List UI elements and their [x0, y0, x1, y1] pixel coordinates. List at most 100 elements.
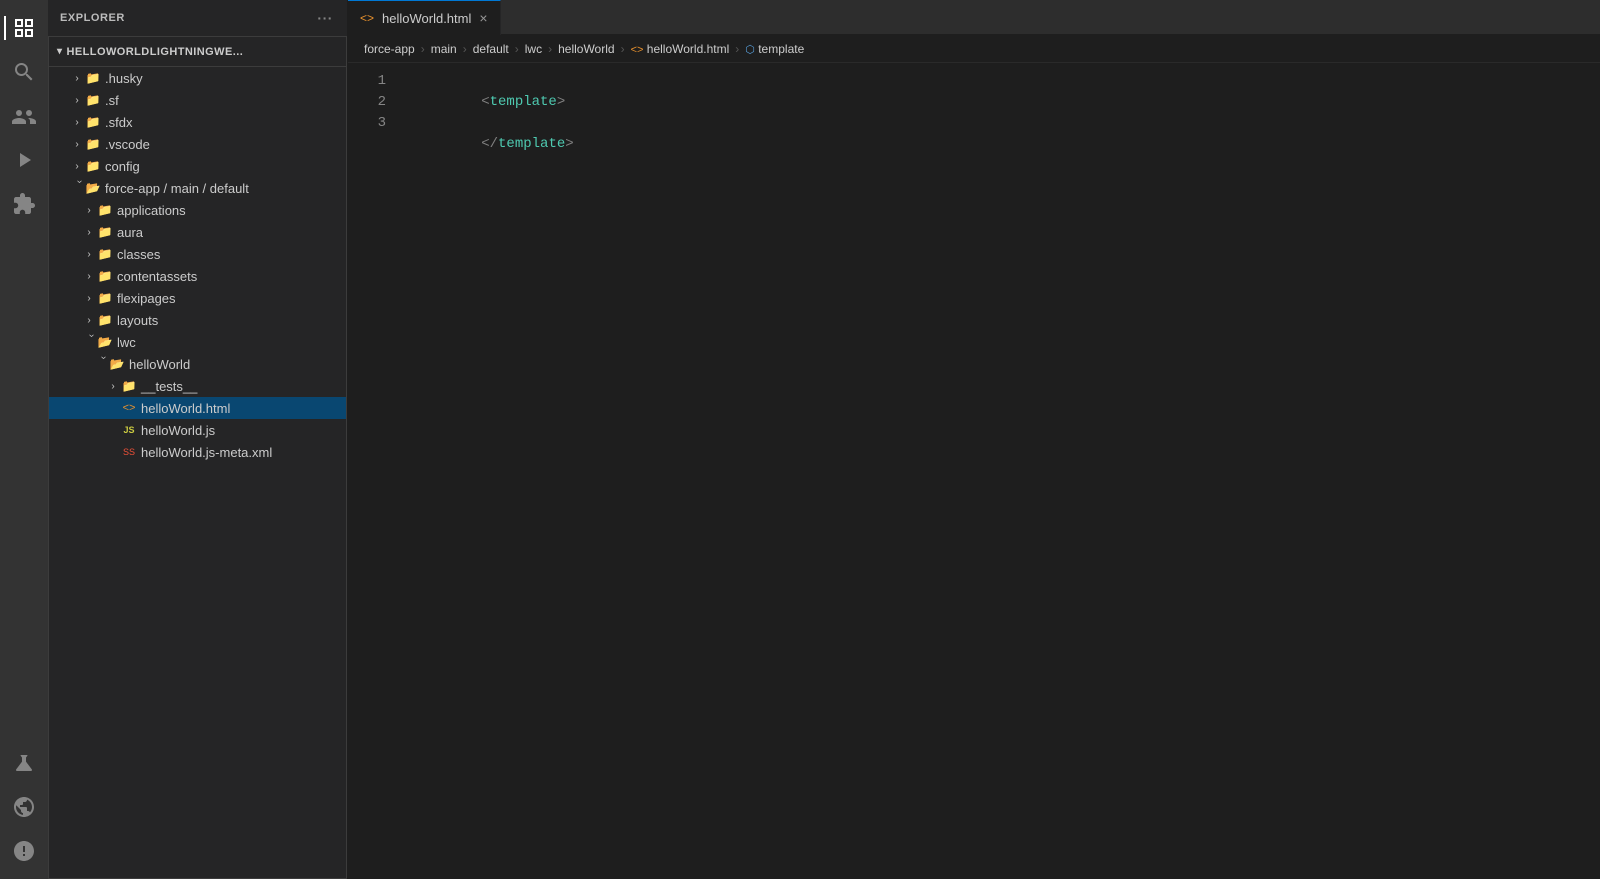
- code-editor[interactable]: 1 2 3 <template> </template>: [348, 63, 1600, 879]
- source-control-activity-icon[interactable]: [4, 96, 44, 136]
- tree-item-helloWorldMetaXml[interactable]: › SS helloWorld.js-meta.xml: [49, 441, 346, 463]
- folder-icon-force-app: 📂: [85, 180, 101, 196]
- file-spacer-js: ›: [105, 422, 121, 438]
- tree-label-helloWorld: helloWorld: [129, 357, 346, 372]
- folder-arrow-sfdx: ›: [69, 114, 85, 130]
- tab-bar: <> helloWorld.html ×: [348, 0, 1600, 35]
- tab-helloWorldHtml[interactable]: <> helloWorld.html ×: [348, 0, 501, 35]
- activity-bar: [0, 0, 48, 879]
- sidebar-header: Explorer ···: [48, 0, 347, 36]
- folder-icon-config: 📁: [85, 158, 101, 174]
- tab-close-button[interactable]: ×: [479, 10, 487, 26]
- close-bracket-3: >: [565, 136, 573, 152]
- file-icon-helloWorldHtml: <>: [121, 400, 137, 416]
- open-bracket-3: </: [481, 136, 498, 152]
- tag-template-close: template: [498, 136, 565, 152]
- tree-item-helloWorldHtml[interactable]: › <> helloWorld.html: [49, 397, 346, 419]
- folder-icon-vscode: 📁: [85, 136, 101, 152]
- tree-label-sfdx: .sfdx: [105, 115, 346, 130]
- breadcrumb-force-app[interactable]: force-app: [364, 42, 415, 56]
- file-spacer-html: ›: [105, 400, 121, 416]
- folder-icon-tests: 📁: [121, 378, 137, 394]
- folder-arrow-layouts: ›: [81, 312, 97, 328]
- folder-arrow-classes: ›: [81, 246, 97, 262]
- explorer-title-bar[interactable]: ▾ HELLOWORLDLIGHTNINGWE... 📄 📁 ↻ ⊟: [49, 37, 346, 67]
- explorer-project-name: HELLOWORLDLIGHTNINGWE...: [66, 46, 243, 58]
- tree-label-lwc: lwc: [117, 335, 346, 350]
- folder-arrow-vscode: ›: [69, 136, 85, 152]
- folder-icon-classes: 📁: [97, 246, 113, 262]
- tree-label-flexipages: flexipages: [117, 291, 346, 306]
- folder-icon-sf: 📁: [85, 92, 101, 108]
- tree-item-aura[interactable]: › 📁 aura: [49, 221, 346, 243]
- error-activity-icon[interactable]: [4, 831, 44, 871]
- folder-icon-layouts: 📁: [97, 312, 113, 328]
- line-numbers: 1 2 3: [348, 63, 398, 879]
- code-line-3: </template>: [414, 113, 1600, 134]
- breadcrumb-helloWorld[interactable]: helloWorld: [558, 42, 614, 56]
- tree-label-layouts: layouts: [117, 313, 346, 328]
- collapse-all-icon[interactable]: ⊟: [322, 41, 338, 62]
- tree-item-config[interactable]: › 📁 config: [49, 155, 346, 177]
- file-icon-helloWorldJs: JS: [121, 422, 137, 438]
- breadcrumb-default[interactable]: default: [473, 42, 509, 56]
- collapse-arrow: ▾: [57, 46, 62, 57]
- line-number-1: 1: [348, 71, 386, 92]
- folder-arrow-aura: ›: [81, 224, 97, 240]
- tree-label-aura: aura: [117, 225, 346, 240]
- file-icon-helloWorldMetaXml: SS: [121, 444, 137, 460]
- folder-arrow-tests: ›: [105, 378, 121, 394]
- tree-item-husky[interactable]: › 📁 .husky: [49, 67, 346, 89]
- folder-icon-aura: 📁: [97, 224, 113, 240]
- folder-icon-lwc: 📂: [97, 334, 113, 350]
- explorer-title-left: ▾ HELLOWORLDLIGHTNINGWE...: [57, 46, 243, 58]
- breadcrumb-sep-4: ›: [621, 42, 625, 56]
- tree-label-helloWorldHtml: helloWorld.html: [141, 401, 346, 416]
- folder-arrow-sf: ›: [69, 92, 85, 108]
- tree-label-tests: __tests__: [141, 379, 346, 394]
- folder-icon-flexipages: 📁: [97, 290, 113, 306]
- tree-item-contentassets[interactable]: › 📁 contentassets: [49, 265, 346, 287]
- tree-label-classes: classes: [117, 247, 346, 262]
- tree-item-vscode[interactable]: › 📁 .vscode: [49, 133, 346, 155]
- breadcrumb-template-label: template: [758, 42, 804, 56]
- tree-item-force-app[interactable]: › 📂 force-app / main / default: [49, 177, 346, 199]
- run-activity-icon[interactable]: [4, 140, 44, 180]
- folder-arrow-helloWorld: ›: [93, 356, 109, 372]
- tree-item-lwc[interactable]: › 📂 lwc: [49, 331, 346, 353]
- tree-item-classes[interactable]: › 📁 classes: [49, 243, 346, 265]
- folder-arrow-husky: ›: [69, 70, 85, 86]
- breadcrumb-main[interactable]: main: [431, 42, 457, 56]
- tree-label-husky: .husky: [105, 71, 346, 86]
- breadcrumb-template[interactable]: ⬡ template: [745, 42, 804, 56]
- tree-item-sf[interactable]: › 📁 .sf: [49, 89, 346, 111]
- code-content[interactable]: <template> </template>: [398, 63, 1600, 879]
- folder-arrow-config: ›: [69, 158, 85, 174]
- folder-icon-helloWorld: 📂: [109, 356, 125, 372]
- explorer-activity-icon[interactable]: [4, 8, 44, 48]
- tree-label-applications: applications: [117, 203, 346, 218]
- test-activity-icon[interactable]: [4, 743, 44, 783]
- folder-arrow-force-app: ›: [69, 180, 85, 196]
- breadcrumb-filename: helloWorld.html: [647, 42, 729, 56]
- refresh-icon[interactable]: ↻: [302, 41, 318, 62]
- breadcrumb-helloWorldHtml[interactable]: <> helloWorld.html: [631, 42, 730, 56]
- tree-label-force-app: force-app / main / default: [105, 181, 346, 196]
- tree-item-tests[interactable]: › 📁 __tests__: [49, 375, 346, 397]
- breadcrumb: force-app › main › default › lwc › hello…: [348, 35, 1600, 63]
- tree-item-layouts[interactable]: › 📁 layouts: [49, 309, 346, 331]
- new-folder-icon[interactable]: 📁: [276, 41, 298, 62]
- extensions-activity-icon[interactable]: [4, 184, 44, 224]
- folder-icon-contentassets: 📁: [97, 268, 113, 284]
- tree-item-helloWorldJs[interactable]: › JS helloWorld.js: [49, 419, 346, 441]
- tree-item-sfdx[interactable]: › 📁 .sfdx: [49, 111, 346, 133]
- salesforce-activity-icon[interactable]: [4, 787, 44, 827]
- breadcrumb-lwc[interactable]: lwc: [525, 42, 542, 56]
- tree-item-helloWorld[interactable]: › 📂 helloWorld: [49, 353, 346, 375]
- tree-item-applications[interactable]: › 📁 applications: [49, 199, 346, 221]
- new-file-icon[interactable]: 📄: [250, 41, 272, 62]
- sidebar-more-icon[interactable]: ···: [315, 8, 335, 28]
- search-activity-icon[interactable]: [4, 52, 44, 92]
- tree-item-flexipages[interactable]: › 📁 flexipages: [49, 287, 346, 309]
- line-number-3: 3: [348, 113, 386, 134]
